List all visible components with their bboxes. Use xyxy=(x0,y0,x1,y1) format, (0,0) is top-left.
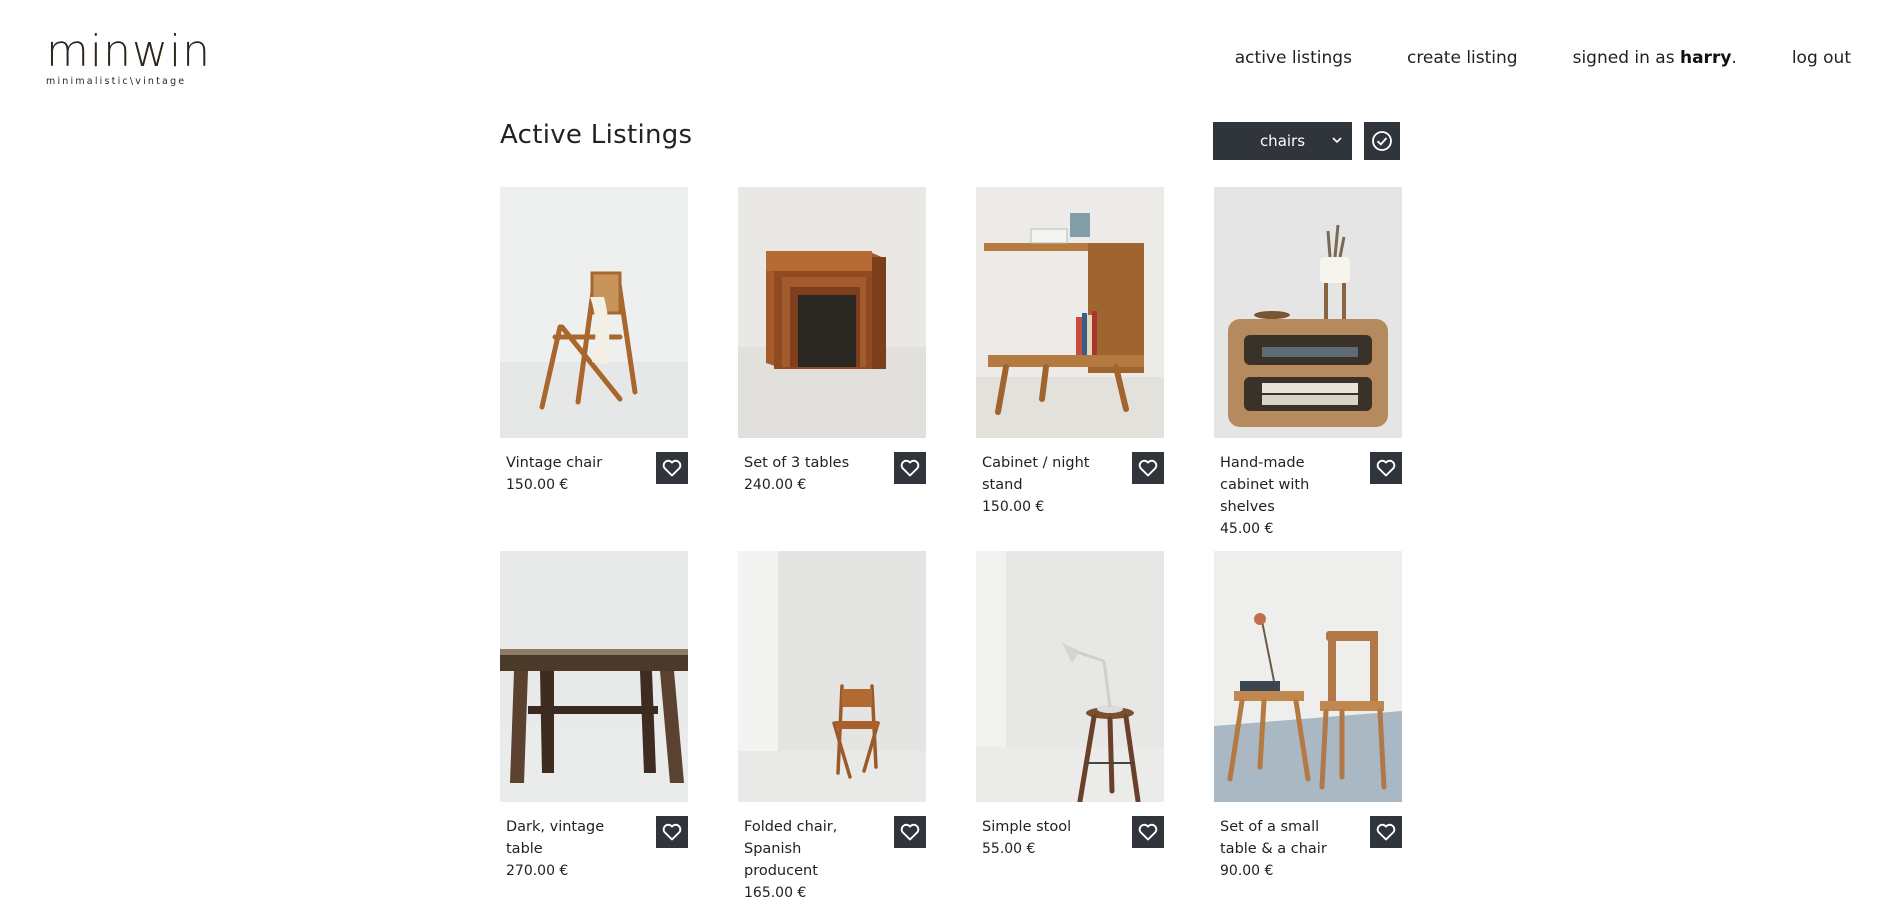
username: harry xyxy=(1679,48,1732,68)
favorite-button[interactable] xyxy=(894,816,926,848)
nav-create-listing[interactable]: create listing xyxy=(1407,48,1518,68)
listing-price: 90.00 € xyxy=(1220,863,1274,879)
listing-title: Hand-made cabinet with shelves xyxy=(1220,455,1310,515)
logo[interactable]: minwin minimalistic\vintage xyxy=(46,26,216,88)
listing-title: Simple stool xyxy=(982,819,1072,835)
heart-icon xyxy=(900,459,920,477)
listing-price: 270.00 € xyxy=(506,863,569,879)
logo-tagline: minimalistic\vintage xyxy=(46,76,187,87)
page-title: Active Listings xyxy=(500,120,693,150)
listing-card[interactable]: Folded chair, Spanish producent 165.00 € xyxy=(738,551,926,915)
listing-card[interactable]: Dark, vintage table 270.00 € xyxy=(500,551,688,915)
listing-image[interactable] xyxy=(976,551,1164,802)
heart-icon xyxy=(1138,823,1158,841)
category-filter-select[interactable]: chairs xyxy=(1213,122,1352,160)
main-nav: active listings create listing signed in… xyxy=(1235,48,1851,68)
listing-price: 150.00 € xyxy=(982,499,1045,515)
listing-image[interactable] xyxy=(1214,551,1402,802)
listing-title: Vintage chair xyxy=(506,455,603,471)
listing-price: 165.00 € xyxy=(744,885,807,901)
check-circle-icon xyxy=(1372,131,1392,151)
listing-price: 45.00 € xyxy=(1220,521,1274,537)
listing-image[interactable] xyxy=(738,187,926,438)
favorite-button[interactable] xyxy=(1132,452,1164,484)
listing-card[interactable]: Set of a small table & a chair 90.00 € xyxy=(1214,551,1402,915)
favorite-button[interactable] xyxy=(1370,452,1402,484)
listing-card[interactable]: Vintage chair 150.00 € xyxy=(500,187,688,551)
nav-log-out[interactable]: log out xyxy=(1792,48,1851,68)
favorite-button[interactable] xyxy=(1370,816,1402,848)
listing-title: Cabinet / night stand xyxy=(982,455,1090,493)
heart-icon xyxy=(1376,823,1396,841)
listing-card[interactable]: Cabinet / night stand 150.00 € xyxy=(976,187,1164,551)
listing-image[interactable] xyxy=(500,187,688,438)
signed-in-prefix: signed in as xyxy=(1572,48,1680,68)
heart-icon xyxy=(1138,459,1158,477)
listing-image[interactable] xyxy=(500,551,688,802)
heart-icon xyxy=(900,823,920,841)
listing-title: Set of 3 tables xyxy=(744,455,850,471)
listing-title: Folded chair, Spanish producent xyxy=(744,819,838,879)
listing-image[interactable] xyxy=(976,187,1164,438)
nav-active-listings[interactable]: active listings xyxy=(1235,48,1352,68)
listing-image[interactable] xyxy=(1214,187,1402,438)
favorite-button[interactable] xyxy=(894,452,926,484)
listing-title: Set of a small table & a chair xyxy=(1220,819,1327,857)
heart-icon xyxy=(1376,459,1396,477)
listings-grid: Vintage chair 150.00 € Set of 3 tables 2… xyxy=(500,187,1402,915)
favorite-button[interactable] xyxy=(656,452,688,484)
listing-card[interactable]: Set of 3 tables 240.00 € xyxy=(738,187,926,551)
heart-icon xyxy=(662,459,682,477)
signed-in-status: signed in as harry. xyxy=(1573,48,1737,68)
listing-title: Dark, vintage table xyxy=(506,819,605,857)
listing-card[interactable]: Simple stool 55.00 € xyxy=(976,551,1164,915)
apply-filter-button[interactable] xyxy=(1364,122,1400,160)
listing-card[interactable]: Hand-made cabinet with shelves 45.00 € xyxy=(1214,187,1402,551)
signed-in-suffix: . xyxy=(1731,48,1737,68)
heart-icon xyxy=(662,823,682,841)
favorite-button[interactable] xyxy=(656,816,688,848)
logo-wordmark: minwin xyxy=(46,26,212,77)
listing-image[interactable] xyxy=(738,551,926,802)
chevron-down-icon xyxy=(1332,137,1342,144)
favorite-button[interactable] xyxy=(1132,816,1164,848)
category-filter-value: chairs xyxy=(1259,132,1306,150)
